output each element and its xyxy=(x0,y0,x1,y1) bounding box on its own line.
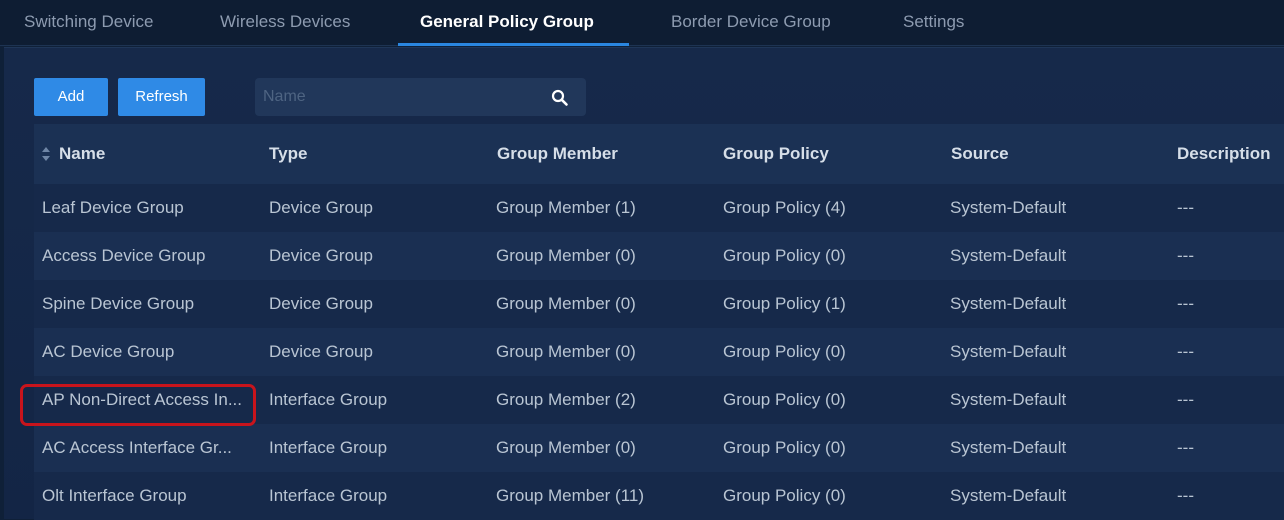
cell-source: System-Default xyxy=(950,486,1067,505)
tab-settings[interactable]: Settings xyxy=(903,0,964,46)
cell-source: System-Default xyxy=(950,390,1067,409)
column-header-source: Source xyxy=(951,144,1009,163)
search-input[interactable] xyxy=(255,78,545,116)
cell-name[interactable]: AC Device Group xyxy=(42,328,257,376)
table-row[interactable]: Access Device Group Device Group Group M… xyxy=(34,232,1284,280)
cell-source: System-Default xyxy=(950,198,1067,217)
table-row[interactable]: AC Access Interface Gr... Interface Grou… xyxy=(34,424,1284,472)
tab-bar: Switching Device Wireless Devices Genera… xyxy=(0,0,1284,46)
policy-group-table: Name Type Group Member Group Policy Sour… xyxy=(34,124,1284,520)
cell-description: --- xyxy=(1177,438,1194,457)
cell-source: System-Default xyxy=(950,342,1067,361)
cell-group-policy[interactable]: Group Policy (1) xyxy=(723,280,846,328)
cell-group-member[interactable]: Group Member (2) xyxy=(496,376,636,424)
sort-icon[interactable] xyxy=(41,146,51,162)
cell-group-policy[interactable]: Group Policy (0) xyxy=(723,328,846,376)
cell-type: Device Group xyxy=(269,246,373,265)
column-header-group-member: Group Member xyxy=(497,144,618,163)
cell-type: Interface Group xyxy=(269,390,388,409)
cell-description: --- xyxy=(1177,198,1194,217)
table-row[interactable]: Spine Device Group Device Group Group Me… xyxy=(34,280,1284,328)
column-header-description: Description xyxy=(1177,144,1271,163)
cell-name[interactable]: Leaf Device Group xyxy=(42,184,257,232)
cell-type: Device Group xyxy=(269,198,373,217)
active-tab-indicator xyxy=(398,43,629,46)
cell-name[interactable]: Access Device Group xyxy=(42,232,257,280)
tab-border-device-group[interactable]: Border Device Group xyxy=(671,0,831,46)
cell-description: --- xyxy=(1177,486,1194,505)
tab-switching-device[interactable]: Switching Device xyxy=(24,0,153,46)
table-row[interactable]: Olt Interface Group Interface Group Grou… xyxy=(34,472,1284,520)
cell-name[interactable]: Spine Device Group xyxy=(42,280,257,328)
cell-group-member[interactable]: Group Member (0) xyxy=(496,280,636,328)
cell-source: System-Default xyxy=(950,246,1067,265)
refresh-button[interactable]: Refresh xyxy=(118,78,205,116)
cell-description: --- xyxy=(1177,294,1194,313)
cell-group-member[interactable]: Group Member (0) xyxy=(496,328,636,376)
table-row[interactable]: Leaf Device Group Device Group Group Mem… xyxy=(34,184,1284,232)
cell-source: System-Default xyxy=(950,438,1067,457)
add-button[interactable]: Add xyxy=(34,78,108,116)
cell-description: --- xyxy=(1177,342,1194,361)
table-header: Name Type Group Member Group Policy Sour… xyxy=(34,124,1284,184)
column-header-group-policy: Group Policy xyxy=(723,144,829,163)
column-header-name[interactable]: Name xyxy=(59,124,105,184)
cell-name[interactable]: Olt Interface Group xyxy=(42,472,257,520)
search-icon[interactable] xyxy=(551,89,569,107)
cell-description: --- xyxy=(1177,390,1194,409)
cell-group-policy[interactable]: Group Policy (0) xyxy=(723,232,846,280)
cell-description: --- xyxy=(1177,246,1194,265)
cell-group-policy[interactable]: Group Policy (0) xyxy=(723,424,846,472)
cell-type: Device Group xyxy=(269,342,373,361)
cell-group-member[interactable]: Group Member (1) xyxy=(496,184,636,232)
cell-group-member[interactable]: Group Member (11) xyxy=(496,472,644,520)
cell-group-policy[interactable]: Group Policy (0) xyxy=(723,376,846,424)
search-box xyxy=(255,78,586,116)
cell-group-member[interactable]: Group Member (0) xyxy=(496,424,636,472)
cell-type: Interface Group xyxy=(269,486,388,505)
cell-type: Device Group xyxy=(269,294,373,313)
cell-group-policy[interactable]: Group Policy (4) xyxy=(723,184,846,232)
highlight-annotation xyxy=(20,384,256,426)
tab-general-policy-group[interactable]: General Policy Group xyxy=(420,0,594,46)
cell-type: Interface Group xyxy=(269,438,388,457)
cell-name[interactable]: AC Access Interface Gr... xyxy=(42,424,257,472)
table-row[interactable]: AC Device Group Device Group Group Membe… xyxy=(34,328,1284,376)
cell-group-policy[interactable]: Group Policy (0) xyxy=(723,472,846,520)
column-header-type: Type xyxy=(269,144,308,163)
cell-group-member[interactable]: Group Member (0) xyxy=(496,232,636,280)
tab-wireless-devices[interactable]: Wireless Devices xyxy=(220,0,350,46)
cell-source: System-Default xyxy=(950,294,1067,313)
